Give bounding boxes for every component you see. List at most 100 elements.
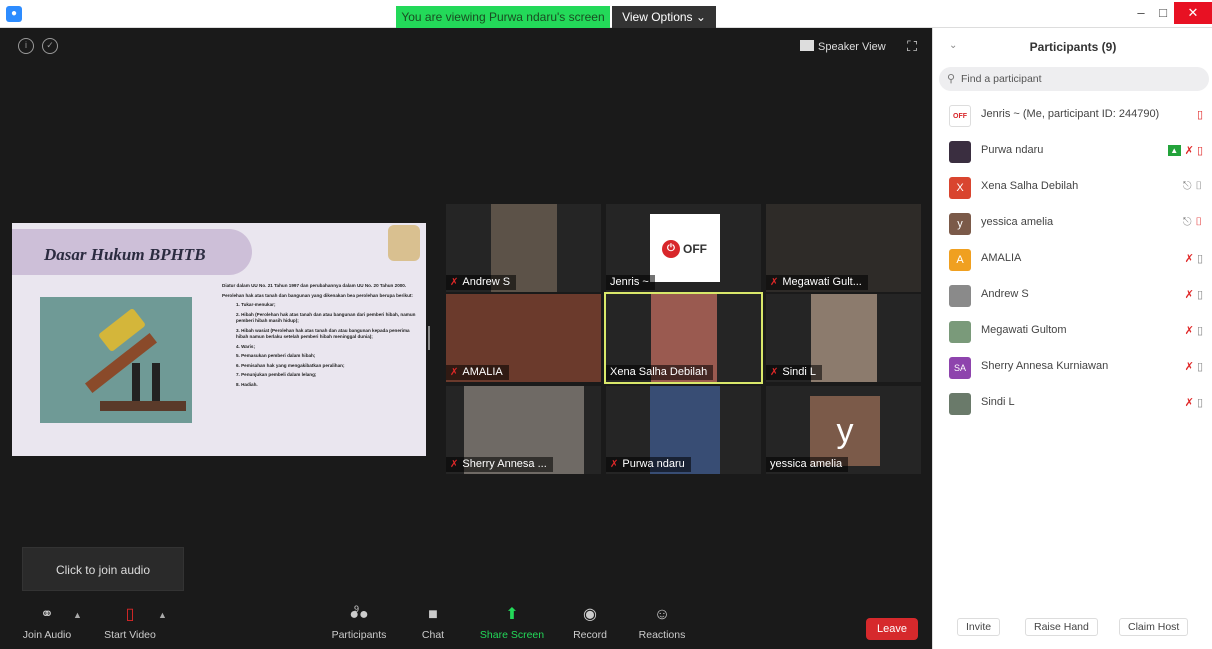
- video-off-icon: ▯: [1196, 109, 1203, 121]
- video-options-caret[interactable]: ▲: [158, 610, 167, 620]
- video-tile-sherry[interactable]: ✗ Sherry Annesa ...: [446, 386, 601, 474]
- headphones-icon: ⚭: [40, 606, 54, 623]
- video-tile-megawati[interactable]: ✗ Megawati Gult...: [766, 204, 921, 292]
- participant-row[interactable]: SA Sherry Annesa Kurniawan ✗ ▯: [933, 350, 1212, 386]
- join-audio-tooltip[interactable]: Click to join audio: [22, 547, 184, 591]
- invite-button[interactable]: Invite: [957, 618, 1001, 636]
- video-tile-jenris[interactable]: ⏻ OFF Jenris ~: [606, 204, 761, 292]
- participants-button[interactable]: ●● 9 Participants: [326, 604, 392, 641]
- video-tile-purwa[interactable]: ✗ Purwa ndaru: [606, 386, 761, 474]
- chat-button[interactable]: ■ Chat: [416, 606, 450, 641]
- participant-name: Purwa ndaru: [981, 144, 1044, 156]
- participant-avatar: OFF: [949, 105, 971, 127]
- slide-text-line: Perolehan hak atas tanah dan bangunan ya…: [222, 292, 413, 298]
- title-bar: ● You are viewing Purwa ndaru's screen V…: [0, 0, 1212, 28]
- video-tile-yessica[interactable]: y yessica amelia: [766, 386, 921, 474]
- participant-row[interactable]: OFF Jenris ~ (Me, participant ID: 244790…: [933, 98, 1212, 134]
- mic-muted-icon: ✗: [1184, 325, 1194, 337]
- meeting-info-icon[interactable]: i: [18, 38, 34, 54]
- tile-name-tag: yessica amelia: [766, 457, 849, 472]
- video-tile-andrew[interactable]: ✗ Andrew S: [446, 204, 601, 292]
- participant-row[interactable]: A AMALIA ✗ ▯: [933, 242, 1212, 278]
- start-video-button[interactable]: ▯ Start Video: [100, 606, 160, 641]
- slide-body-text: Diatur dalam UU No. 21 Tahun 1997 dan pe…: [222, 283, 418, 391]
- participant-avatar: [949, 393, 971, 415]
- mic-muted-icon: ✗: [770, 367, 779, 378]
- leave-button[interactable]: Leave: [866, 618, 918, 640]
- video-tile-amalia[interactable]: ✗ AMALIA: [446, 294, 601, 382]
- slide-text-line: 1. Tukar-menukar;: [236, 302, 276, 307]
- mic-muted-icon: ✗: [1184, 253, 1194, 265]
- mic-muted-icon: ✗: [770, 277, 779, 288]
- participants-panel: ⌄ Participants (9) ⚲ Find a participant …: [932, 28, 1212, 649]
- participant-status-icons: ▯: [1197, 108, 1203, 121]
- participant-row[interactable]: Sindi L ✗ ▯: [933, 386, 1212, 422]
- participant-name: Andrew S: [981, 288, 1029, 300]
- participant-status-icons: ✗ ▯: [1185, 288, 1203, 301]
- participant-search-input[interactable]: ⚲ Find a participant: [939, 67, 1209, 91]
- participant-row[interactable]: Andrew S ✗ ▯: [933, 278, 1212, 314]
- video-off-icon: ▯: [125, 606, 135, 623]
- participant-avatar: A: [949, 249, 971, 271]
- tile-name-tag: ✗ AMALIA: [446, 365, 509, 380]
- person-figure: [152, 363, 160, 401]
- meeting-area: i ✓ Speaker View ⛶ Dasar Hukum BPHTB Dia…: [0, 28, 932, 649]
- record-button[interactable]: ◉ Record: [568, 606, 612, 641]
- participant-avatar: [949, 141, 971, 163]
- share-screen-button[interactable]: ⬆ Share Screen: [474, 606, 550, 641]
- video-off-icon: ▯: [1196, 145, 1203, 157]
- slide-logo: [388, 225, 420, 261]
- participant-status-icons: ✗ ▯: [1185, 360, 1203, 373]
- record-icon: ◉: [583, 606, 597, 623]
- video-tile-xena-active-speaker[interactable]: Xena Salha Debilah: [604, 292, 763, 384]
- speaker-view-button[interactable]: Speaker View: [800, 36, 892, 58]
- reactions-button[interactable]: ☺ Reactions: [632, 606, 692, 641]
- encryption-shield-icon[interactable]: ✓: [42, 38, 58, 54]
- zoom-app-icon: ●: [6, 6, 22, 22]
- participant-name: Jenris ~ (Me, participant ID: 244790): [981, 108, 1160, 120]
- video-icon: ▯: [1196, 325, 1203, 337]
- participant-row[interactable]: y yessica amelia ⎋ ▯: [933, 206, 1212, 242]
- participant-status-icons: ✗ ▯: [1185, 396, 1203, 409]
- participant-name: AMALIA: [981, 252, 1022, 264]
- fullscreen-icon[interactable]: ⛶: [902, 36, 922, 56]
- claim-host-button[interactable]: Claim Host: [1119, 618, 1189, 636]
- reactions-smiley-icon: ☺: [653, 606, 671, 623]
- slide-text-line: Diatur dalam UU No. 21 Tahun 1997 dan pe…: [222, 283, 407, 288]
- shared-screen-slide[interactable]: Dasar Hukum BPHTB Diatur dalam UU No. 21…: [12, 223, 426, 456]
- slide-text-line: 6. Pemisahan hak yang mengakibatkan pera…: [236, 362, 345, 368]
- maximize-button[interactable]: □: [1150, 2, 1176, 24]
- participant-row[interactable]: Megawati Gultom ✗ ▯: [933, 314, 1212, 350]
- participant-row[interactable]: Purwa ndaru ▲ ✗ ▯: [933, 134, 1212, 170]
- power-icon: ⏻: [662, 240, 680, 258]
- screen-sharing-banner: You are viewing Purwa ndaru's screen: [396, 6, 610, 28]
- grid-icon: [800, 40, 814, 51]
- tile-name-tag: ✗ Sindi L: [766, 365, 823, 380]
- video-tile-sindi[interactable]: ✗ Sindi L: [766, 294, 921, 382]
- participant-name: Xena Salha Debilah: [981, 180, 1079, 192]
- close-window-button[interactable]: ✕: [1174, 2, 1212, 24]
- participant-avatar: X: [949, 177, 971, 199]
- mic-muted-icon: ✗: [1184, 397, 1194, 409]
- mic-muted-icon: ✗: [610, 459, 619, 470]
- participant-avatar: SA: [949, 357, 971, 379]
- video-icon: ▯: [1194, 180, 1203, 192]
- participants-panel-title: Participants (9): [1029, 40, 1117, 54]
- chat-bubble-icon: ■: [428, 606, 438, 623]
- participant-status-icons: ⎋ ▯: [1183, 180, 1203, 193]
- participant-row[interactable]: X Xena Salha Debilah ⎋ ▯: [933, 170, 1212, 206]
- share-screen-icon: ⬆: [505, 606, 519, 623]
- audio-options-caret[interactable]: ▲: [73, 610, 82, 620]
- slide-text-line: 3. Hibah wasiat (Perolehan hak atas tana…: [236, 327, 410, 340]
- view-options-button[interactable]: View Options ⌄: [612, 6, 716, 28]
- search-icon: ⚲: [947, 73, 956, 85]
- mic-muted-icon: ✗: [450, 277, 459, 288]
- participant-status-icons: ▲ ✗ ▯: [1167, 144, 1203, 157]
- tile-name-tag: Xena Salha Debilah: [606, 365, 714, 380]
- split-divider-handle[interactable]: [428, 326, 430, 350]
- meeting-toolbar: ⚭ Join Audio ▲ ▯ Start Video ▲ ●● 9 Part…: [0, 604, 932, 649]
- gavel-base: [100, 401, 186, 411]
- raise-hand-button[interactable]: Raise Hand: [1025, 618, 1098, 636]
- join-audio-button[interactable]: ⚭ Join Audio: [18, 606, 76, 641]
- tile-name-tag: ✗ Purwa ndaru: [606, 457, 691, 472]
